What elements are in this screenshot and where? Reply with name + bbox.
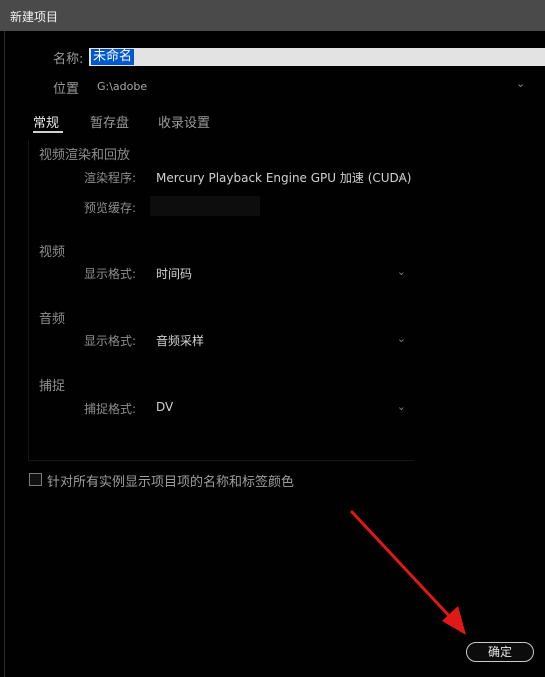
ok-button[interactable]: 确定	[466, 642, 534, 662]
new-project-dialog: 新建项目 名称: 未命名 位置 G:\adobe ⌄ 常规 暂存盘 收录设置 视…	[0, 0, 545, 677]
annotation-arrow-icon	[350, 510, 466, 635]
